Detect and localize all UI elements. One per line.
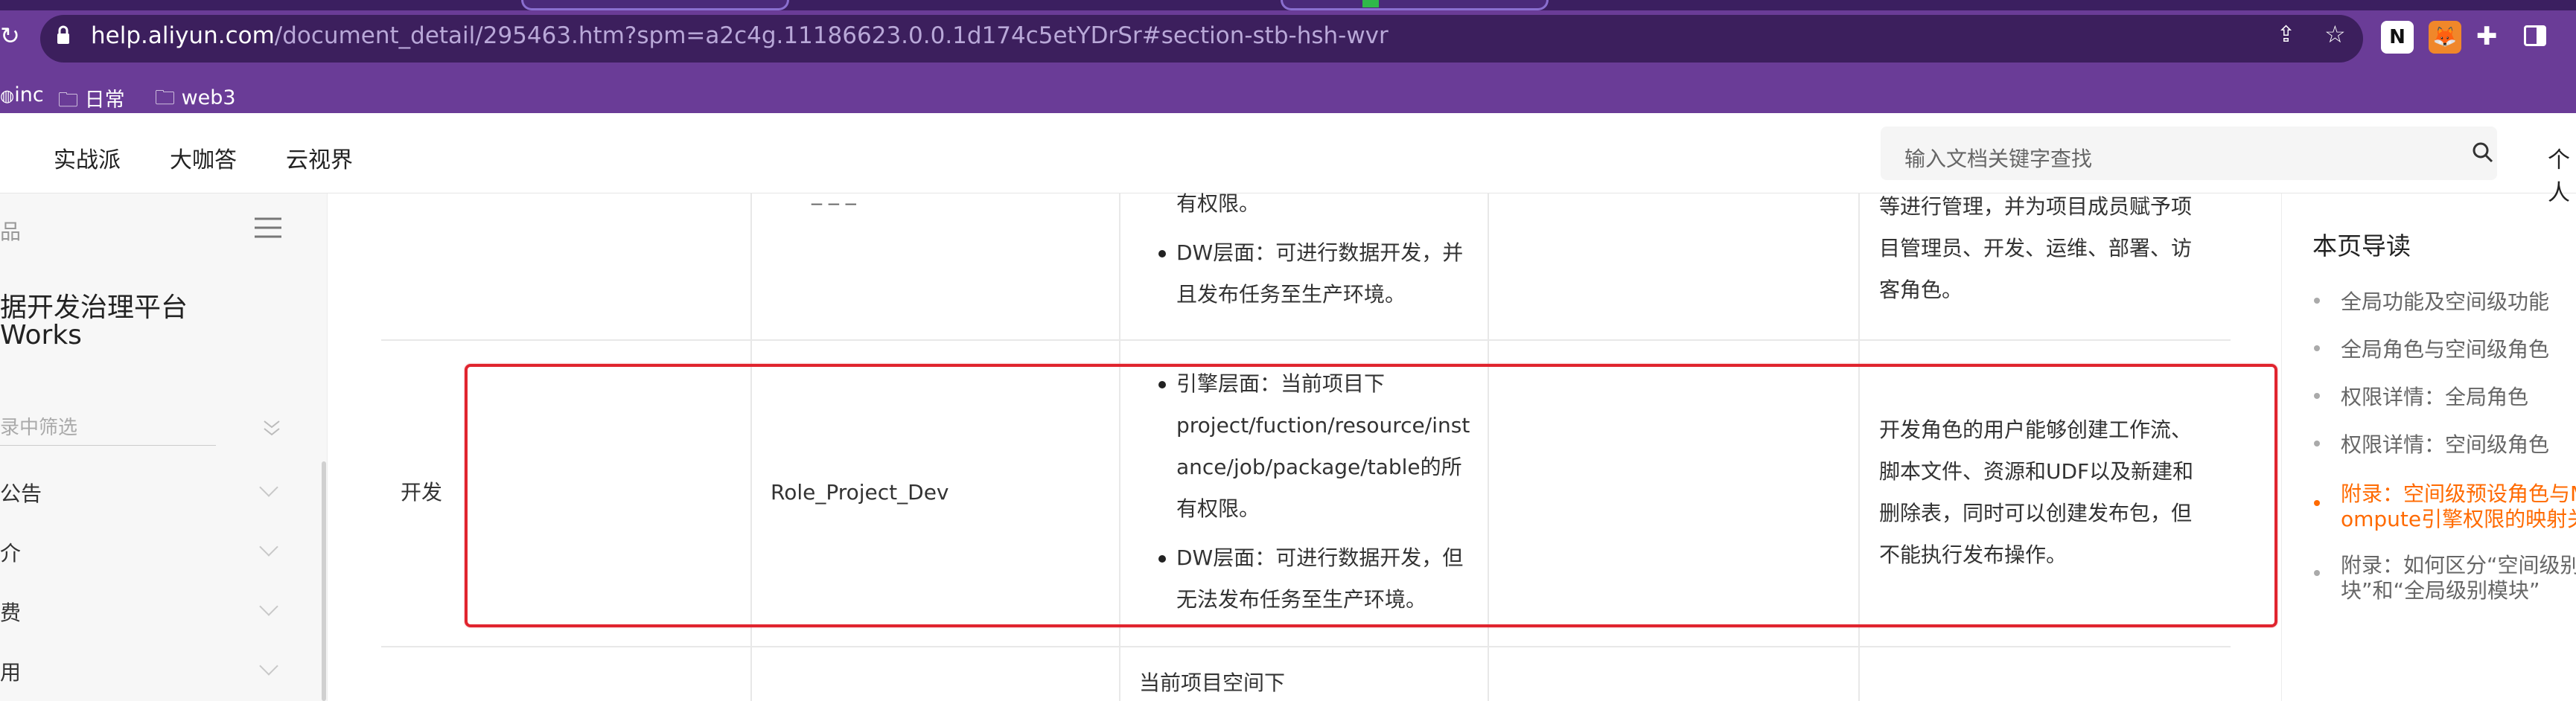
highlight-box [465, 364, 2277, 627]
toc-bullet [2314, 441, 2320, 446]
table-row-divider [381, 339, 2231, 341]
toc-bullet [2314, 345, 2320, 351]
toc-bullet [2314, 570, 2320, 576]
table-cell-text: DW层面：可进行数据开发，并 [1176, 240, 1464, 265]
nav-link-dakada[interactable]: 大咖答 [170, 141, 237, 174]
sidebar-item-announcement[interactable]: 公告 [0, 478, 42, 508]
toc-item[interactable]: 权限详情：全局角色 [2341, 381, 2528, 411]
share-icon[interactable]: ⇪ [2277, 24, 2295, 46]
sidebar-top-label: 品 [0, 220, 22, 244]
user-center-link[interactable]: 个人 [2548, 141, 2576, 207]
role-name-cell: 开发 [401, 480, 443, 505]
folder-icon: 🗀 [58, 89, 78, 112]
toc-title: 本页导读 [2312, 231, 2411, 260]
nav-link-shizhanpai[interactable]: 实战派 [54, 141, 121, 174]
search-icon[interactable] [2472, 141, 2494, 167]
bookmark-inc[interactable]: ◍inc [0, 83, 44, 106]
table-cell-text: 等进行管理，并为项目成员赋予项 [1879, 194, 2193, 219]
table-cell-text: 客角色。 [1879, 278, 1963, 302]
doc-sidebar [0, 193, 328, 701]
table-cell-text: 当前项目空间下 [1139, 670, 1286, 695]
toc-bullet [2314, 298, 2320, 304]
toc-item[interactable]: 权限详情：空间级角色 [2341, 429, 2549, 458]
nav-link-yunshijie[interactable]: 云视界 [286, 141, 353, 174]
table-cell-text: 且发布任务至生产环境。 [1176, 282, 1406, 307]
bookmark-star-icon[interactable]: ☆ [2324, 22, 2346, 46]
product-title-line2: Works [0, 320, 82, 350]
sidebar-item-intro[interactable]: 介 [0, 537, 21, 567]
toc-item[interactable]: 块”和“全局级别模块” [2341, 574, 2540, 604]
product-title-line1: 据开发治理平台 [0, 292, 188, 323]
browser-tab[interactable] [521, 0, 789, 10]
notion-extension-icon[interactable]: N [2381, 21, 2414, 54]
lock-icon[interactable] [57, 25, 70, 44]
toc-item[interactable]: 全局功能及空间级功能 [2341, 286, 2549, 316]
browser-tab[interactable] [1281, 0, 1549, 10]
bullet-dot [1158, 250, 1166, 257]
extensions-puzzle-icon[interactable]: ✚ [2476, 24, 2498, 49]
sidebar-item-billing[interactable]: 费 [0, 597, 21, 627]
side-panel-icon[interactable] [2524, 25, 2546, 46]
table-cell-text: 目管理员、开发、运维、部署、访 [1879, 236, 2193, 260]
tab-favicon [1362, 0, 1379, 7]
search-placeholder: 输入文档关键字查找 [1904, 147, 2093, 171]
url-text: help.aliyun.com/document_detail/295463.h… [91, 22, 1389, 49]
toc-item-active[interactable]: ompute引擎权限的映射关 [2341, 503, 2576, 533]
metamask-extension-icon[interactable]: 🦊 [2429, 21, 2461, 54]
toc-bullet [2314, 393, 2320, 399]
globe-icon: ◍ [0, 87, 15, 106]
filter-underline [0, 445, 216, 446]
bookmarks-bar [0, 77, 2576, 113]
menu-icon[interactable] [253, 216, 283, 240]
toc-divider [2281, 193, 2282, 701]
double-chevron-down-icon[interactable] [262, 418, 281, 438]
reload-icon[interactable]: ↻ [0, 24, 20, 48]
table-cell-text: 有权限。 [1176, 191, 1260, 216]
table-cell-partial: _ _ _ [812, 181, 856, 205]
sidebar-scrollbar[interactable] [322, 461, 326, 701]
sidebar-item-usage[interactable]: 用 [0, 656, 21, 686]
folder-icon: 🗀 [155, 86, 175, 109]
sidebar-filter-input[interactable]: 录中筛选 [0, 412, 77, 440]
toc-item[interactable]: 全局角色与空间级角色 [2341, 333, 2549, 363]
toc-bullet-active [2314, 500, 2320, 506]
table-row-divider [381, 646, 2231, 647]
